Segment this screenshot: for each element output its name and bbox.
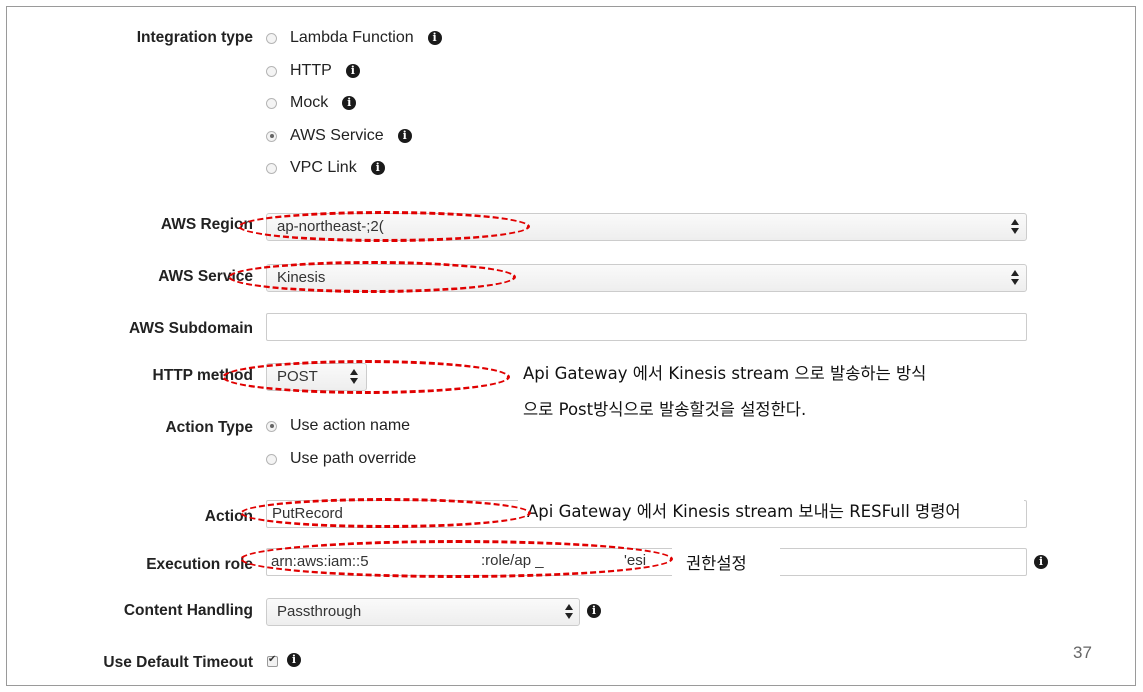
http-method-value: POST — [277, 368, 318, 385]
aws-subdomain-input[interactable] — [266, 313, 1027, 341]
radio-button[interactable] — [266, 32, 277, 44]
radio-mock[interactable]: Mock i — [266, 93, 357, 113]
annotation-action: Api Gateway 에서 Kinesis stream 보내는 RESFul… — [527, 502, 961, 521]
page-number: 37 — [1073, 643, 1092, 662]
radio-button[interactable] — [266, 162, 277, 174]
radio-button-checked[interactable] — [266, 420, 277, 432]
radio-use-action-name[interactable]: Use action name — [266, 416, 410, 436]
info-circle-icon[interactable]: i — [342, 96, 357, 110]
annotation-role: 권한설정 — [686, 554, 747, 573]
radio-label: AWS Service — [290, 127, 384, 144]
info-circle-icon[interactable]: i — [345, 64, 360, 78]
default-timeout-label: Use Default Timeout — [103, 654, 253, 671]
redaction-mask — [372, 550, 480, 574]
radio-http[interactable]: HTTP i — [266, 61, 360, 81]
aws-service-value: Kinesis — [277, 269, 326, 286]
default-timeout-checkbox[interactable] — [267, 654, 278, 667]
info-circle-icon[interactable]: i — [1034, 555, 1048, 569]
aws-service-select[interactable]: Kinesis — [266, 264, 1027, 292]
info-circle-icon[interactable]: i — [287, 653, 301, 667]
slide-frame — [6, 6, 1136, 686]
radio-button-checked[interactable] — [266, 130, 277, 142]
redaction-mask — [558, 550, 622, 574]
aws-region-select[interactable]: ap-northeast-;2( — [266, 213, 1027, 241]
aws-region-label: AWS Region — [160, 216, 253, 233]
radio-button[interactable] — [266, 65, 277, 77]
http-method-select[interactable]: POST — [266, 363, 367, 391]
radio-button[interactable] — [266, 453, 277, 465]
radio-label: HTTP — [290, 62, 332, 79]
radio-button[interactable] — [266, 97, 277, 109]
action-label: Action — [204, 508, 253, 525]
content-handling-label: Content Handling — [123, 602, 253, 619]
updown-arrows-icon — [1010, 269, 1020, 287]
http-method-label: HTTP method — [152, 367, 253, 384]
action-value: PutRecord — [272, 505, 343, 522]
annotation-http-method-line1: Api Gateway 에서 Kinesis stream 으로 발송하는 방식 — [523, 364, 927, 383]
content-handling-value: Passthrough — [277, 603, 362, 620]
integration-type-label: Integration type — [136, 29, 253, 46]
aws-region-value: ap-northeast-;2( — [277, 218, 384, 235]
radio-label: Use path override — [290, 450, 417, 467]
radio-use-path-override[interactable]: Use path override — [266, 449, 416, 469]
updown-arrows-icon — [1010, 218, 1020, 236]
execution-role-value-mid: :role/ap _ — [481, 552, 544, 569]
action-type-label: Action Type — [165, 419, 253, 436]
info-circle-icon[interactable]: i — [370, 161, 385, 175]
updown-arrows-icon — [564, 603, 574, 621]
execution-role-label: Execution role — [146, 556, 253, 573]
execution-role-value-start: arn:aws:iam::5 — [271, 553, 369, 570]
aws-subdomain-label: AWS Subdomain — [129, 320, 253, 337]
info-circle-icon[interactable]: i — [427, 31, 442, 45]
radio-label: VPC Link — [290, 159, 357, 176]
radio-vpc-link[interactable]: VPC Link i — [266, 158, 385, 178]
radio-aws-service[interactable]: AWS Service i — [266, 126, 412, 146]
radio-label: Mock — [290, 94, 329, 111]
annotation-http-method-line2: 으로 Post방식으로 발송할것을 설정한다. — [523, 400, 807, 419]
radio-lambda-function[interactable]: Lambda Function i — [266, 28, 442, 48]
info-circle-icon[interactable]: i — [587, 604, 601, 618]
radio-label: Use action name — [290, 417, 411, 434]
updown-arrows-icon — [349, 368, 359, 386]
execution-role-value-end: 'esi — [624, 552, 647, 569]
content-handling-select[interactable]: Passthrough — [266, 598, 580, 626]
aws-service-label: AWS Service — [158, 268, 253, 285]
info-circle-icon[interactable]: i — [397, 129, 412, 143]
radio-label: Lambda Function — [290, 29, 414, 46]
